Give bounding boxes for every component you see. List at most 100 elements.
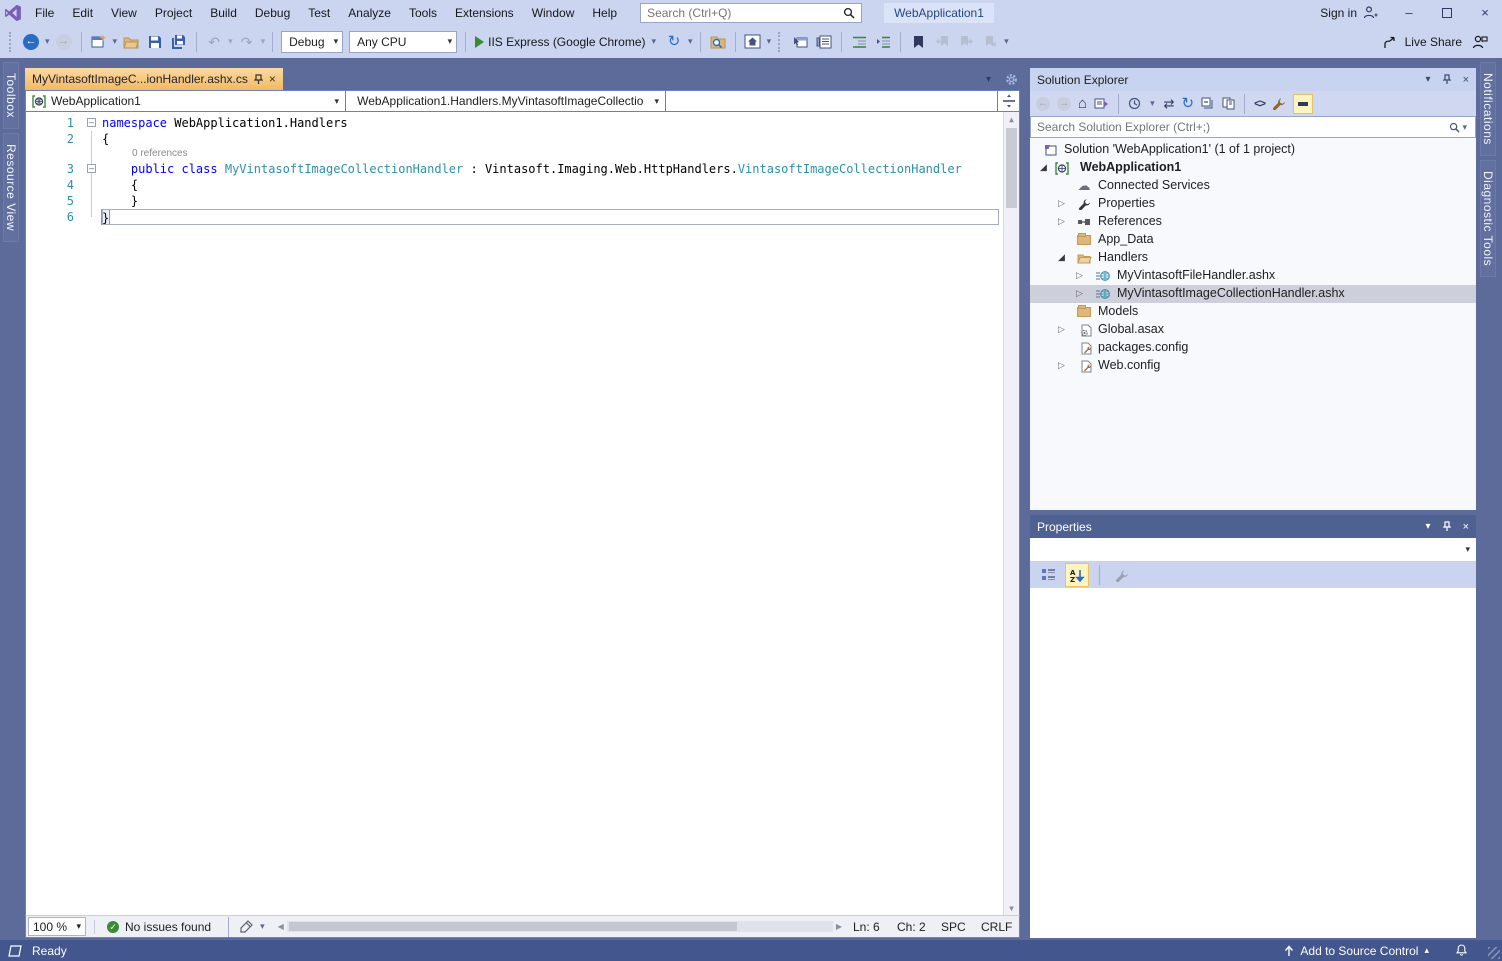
vertical-scroll-thumb[interactable] xyxy=(1006,128,1017,208)
outlining-margin[interactable]: – xyxy=(84,115,102,131)
active-files-dropdown[interactable]: ▾ xyxy=(986,74,991,85)
expander-collapsed-icon[interactable]: ▷ xyxy=(1076,270,1083,281)
previous-bookmark-button[interactable] xyxy=(930,30,954,54)
decrease-indent-button[interactable] xyxy=(847,30,871,54)
scroll-down-arrow[interactable]: ▼ xyxy=(1004,901,1019,915)
close-icon[interactable]: × xyxy=(1463,74,1469,86)
document-health-indicator[interactable]: ✓ No issues found xyxy=(94,919,223,934)
close-tab-icon[interactable]: × xyxy=(269,72,276,86)
menu-file[interactable]: File xyxy=(26,0,63,25)
navigate-back-dropdown[interactable]: ▾ xyxy=(43,36,52,47)
toolbar-grip[interactable] xyxy=(778,31,783,52)
live-share-button[interactable]: Live Share xyxy=(1383,35,1462,49)
navigate-forward-button[interactable]: → xyxy=(52,30,76,54)
menu-debug[interactable]: Debug xyxy=(246,0,299,25)
send-feedback-button[interactable] xyxy=(1472,35,1488,49)
line-ending-indicator[interactable]: CRLF xyxy=(981,920,1017,934)
tree-item-models[interactable]: Models xyxy=(1030,303,1476,321)
solution-explorer-search-input[interactable] xyxy=(1037,120,1450,134)
sidebar-tab-toolbox[interactable]: Toolbox xyxy=(3,62,19,129)
solution-explorer-search[interactable]: ▾ xyxy=(1030,116,1476,138)
indentation-mode-indicator[interactable]: SPC xyxy=(941,920,981,934)
zoom-level-combo[interactable]: 100 % ▾ xyxy=(28,917,86,936)
scroll-right-arrow[interactable]: ▶ xyxy=(833,922,845,931)
properties-object-combo[interactable]: ▾ xyxy=(1030,538,1476,562)
sidebar-tab-resource-view[interactable]: Resource View xyxy=(3,132,19,242)
properties-button[interactable] xyxy=(1272,97,1286,110)
solution-platform-combo[interactable]: Any CPU ▾ xyxy=(349,30,458,53)
pin-tab-icon[interactable] xyxy=(253,73,263,85)
refresh-dropdown[interactable]: ▾ xyxy=(686,36,695,47)
run-target-dropdown[interactable]: ▾ xyxy=(650,36,659,47)
view-code-button[interactable]: <> xyxy=(1254,98,1266,110)
tree-item-web-config[interactable]: ▷ Web.config xyxy=(1030,357,1476,375)
next-bookmark-button[interactable] xyxy=(954,30,978,54)
expander-collapsed-icon[interactable]: ▷ xyxy=(1076,288,1083,299)
collapse-all-button[interactable] xyxy=(1201,97,1215,110)
attach-to-process-button[interactable] xyxy=(788,30,812,54)
scroll-left-arrow[interactable]: ◀ xyxy=(275,922,287,931)
window-position-icon[interactable]: ▾ xyxy=(1426,74,1431,85)
menu-help[interactable]: Help xyxy=(583,0,626,25)
se-home-button[interactable]: ⌂ xyxy=(1078,96,1087,111)
browse-home-button[interactable] xyxy=(741,30,765,54)
redo-dropdown[interactable]: ▾ xyxy=(259,36,268,47)
open-file-button[interactable] xyxy=(119,30,143,54)
sign-in-button[interactable]: Sign in xyxy=(1310,6,1388,20)
pending-changes-filter-button[interactable] xyxy=(1128,97,1141,110)
quick-search-box[interactable] xyxy=(640,2,863,23)
browse-home-dropdown[interactable]: ▾ xyxy=(765,36,774,47)
alphabetical-sort-button[interactable]: AZ xyxy=(1065,563,1089,587)
code-cleanup-button[interactable] xyxy=(234,915,258,939)
navbar-type-combo[interactable]: WebApplication1.Handlers.MyVintasoftImag… xyxy=(346,91,666,111)
tree-item-packages-config[interactable]: packages.config xyxy=(1030,339,1476,357)
filter-dropdown[interactable]: ▾ xyxy=(1148,98,1157,109)
sync-with-active-document-button[interactable] xyxy=(1094,97,1109,110)
solution-configuration-combo[interactable]: Debug ▾ xyxy=(281,30,344,53)
switch-views-button[interactable]: ⇄ xyxy=(1164,96,1175,112)
tree-item-connected-services[interactable]: ☁ Connected Services xyxy=(1030,177,1476,195)
tree-item-properties[interactable]: ▷ Properties xyxy=(1030,195,1476,213)
menu-extensions[interactable]: Extensions xyxy=(446,0,523,25)
save-button[interactable] xyxy=(143,30,167,54)
categorized-button[interactable] xyxy=(1036,563,1060,587)
quick-search-input[interactable] xyxy=(647,5,844,20)
tree-item-solution[interactable]: Solution 'WebApplication1' (1 of 1 proje… xyxy=(1030,141,1476,159)
navbar-project-combo[interactable]: WebApplication1 ▾ xyxy=(26,91,346,111)
toolbar-overflow-dropdown[interactable]: ▾ xyxy=(1002,36,1011,47)
editor-horizontal-scrollbar[interactable]: ◀ ▶ xyxy=(275,921,845,932)
search-options-dropdown[interactable]: ▾ xyxy=(1460,122,1469,133)
sidebar-tab-diagnostic-tools[interactable]: Diagnostic Tools xyxy=(1480,159,1496,278)
redo-button[interactable]: ↷ xyxy=(235,30,259,54)
code-editor[interactable]: 1 – namespace WebApplication1.Handlers 2… xyxy=(25,112,1020,915)
add-to-source-control-button[interactable]: Add to Source Control ▴ xyxy=(1284,944,1429,958)
expander-collapsed-icon[interactable]: ▷ xyxy=(1058,216,1065,227)
close-icon[interactable]: × xyxy=(1463,521,1469,533)
pin-icon[interactable] xyxy=(1442,521,1451,532)
editor-vertical-scrollbar[interactable]: ▲ ▼ xyxy=(1003,112,1019,915)
tree-item-references[interactable]: ▷ References xyxy=(1030,213,1476,231)
start-debugging-button[interactable]: IIS Express (Google Chrome) ▾ xyxy=(471,35,662,49)
document-outline-button[interactable] xyxy=(812,30,836,54)
editor-options-gear-icon[interactable] xyxy=(1005,73,1018,86)
background-tasks-icon[interactable] xyxy=(8,944,22,957)
active-solution-title-button[interactable]: WebApplication1 xyxy=(884,2,994,23)
notifications-bell-button[interactable] xyxy=(1455,944,1468,957)
menu-view[interactable]: View xyxy=(102,0,146,25)
undo-dropdown[interactable]: ▾ xyxy=(226,36,235,47)
tree-item-myvintasoftimagecollectionhandler[interactable]: ▷ MyVintasoftImageCollectionHandler.ashx xyxy=(1030,285,1476,303)
show-all-files-button[interactable] xyxy=(1222,97,1235,110)
property-pages-button[interactable] xyxy=(1110,563,1134,587)
menu-test[interactable]: Test xyxy=(299,0,339,25)
navbar-member-combo[interactable] xyxy=(666,91,997,111)
menu-tools[interactable]: Tools xyxy=(400,0,446,25)
solution-explorer-header[interactable]: Solution Explorer ▾ × xyxy=(1030,68,1476,91)
tree-item-global-asax[interactable]: ▷ Global.asax xyxy=(1030,321,1476,339)
split-editor-handle[interactable] xyxy=(997,91,1019,111)
se-back-button[interactable]: ← xyxy=(1036,96,1050,111)
new-project-dropdown[interactable]: ▾ xyxy=(111,36,120,47)
codelens-references-link[interactable]: 0 references xyxy=(102,147,188,161)
menu-project[interactable]: Project xyxy=(146,0,201,25)
toggle-bookmark-button[interactable] xyxy=(906,30,930,54)
expander-expanded-icon[interactable]: ◢ xyxy=(1040,162,1047,173)
